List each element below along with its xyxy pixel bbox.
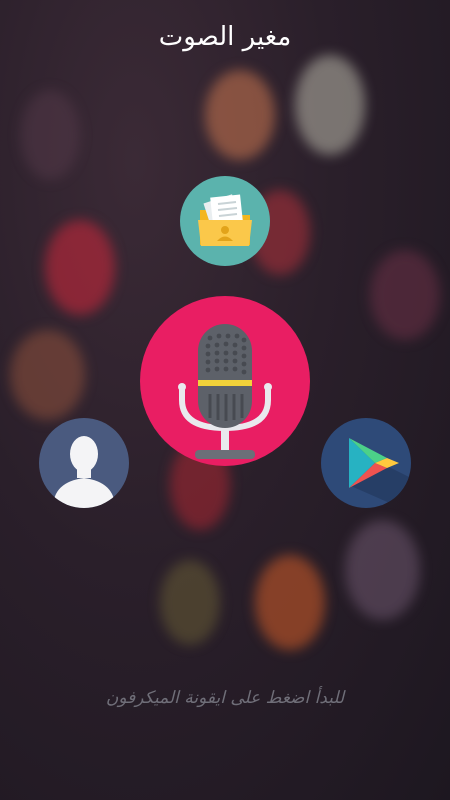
play-store-icon: [349, 438, 411, 508]
bokeh-light: [45, 220, 115, 315]
microphone-icon: [178, 324, 272, 459]
microphone-button[interactable]: [140, 296, 310, 466]
bokeh-light: [255, 555, 325, 650]
bokeh-light: [10, 330, 85, 420]
bokeh-light: [295, 55, 365, 155]
profile-button[interactable]: [39, 418, 129, 508]
bokeh-light: [205, 70, 275, 160]
bokeh-light: [20, 90, 80, 180]
app-title: مغير الصوت: [158, 22, 292, 52]
bokeh-light: [345, 520, 420, 620]
folder-files-icon: [198, 194, 252, 246]
start-hint-text: للبدأ اضغط على ايقونة الميكرفون: [105, 688, 345, 708]
bokeh-light: [370, 250, 440, 340]
files-button[interactable]: [180, 176, 270, 266]
user-profile-icon: [53, 436, 115, 508]
bokeh-light: [160, 560, 220, 645]
play-store-button[interactable]: [321, 418, 411, 508]
